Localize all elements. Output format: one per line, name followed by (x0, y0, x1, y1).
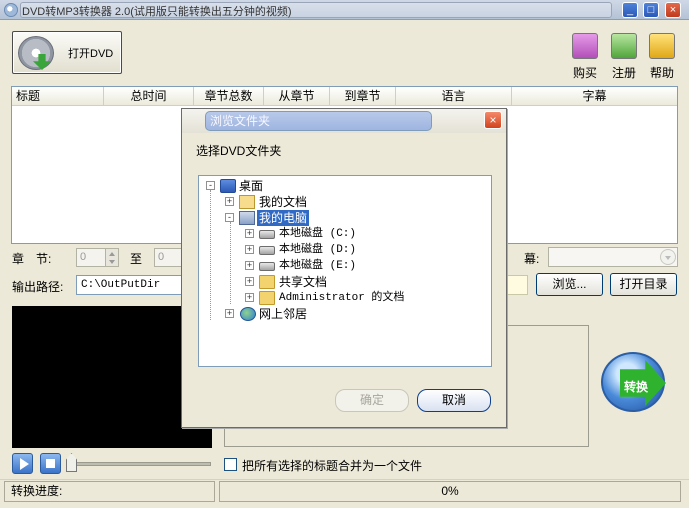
disk-icon (259, 230, 275, 239)
column-title[interactable]: 标题 (12, 87, 104, 106)
tree-guide-line (210, 190, 211, 320)
app-disc-icon (4, 3, 18, 17)
dialog-ok-button[interactable]: 确定 (335, 389, 409, 412)
browse-folder-dialog: 浏览文件夹 × 选择DVD文件夹 - 桌面 + 我的文档 - 我的电脑 + 本地… (181, 108, 507, 428)
play-button[interactable] (12, 453, 33, 474)
column-language[interactable]: 语言 (396, 87, 512, 106)
dialog-title: 浏览文件夹 (205, 111, 432, 131)
output-path-field-end (507, 275, 528, 295)
folder-tree[interactable]: - 桌面 + 我的文档 - 我的电脑 + 本地磁盘 (C:) + 本地磁盘 (D… (198, 175, 492, 367)
expand-icon[interactable]: + (225, 197, 234, 206)
computer-icon (239, 211, 255, 225)
play-icon (20, 458, 29, 470)
expand-icon[interactable]: + (245, 229, 254, 238)
dialog-close-button[interactable]: × (484, 111, 502, 129)
window-title: DVD转MP3转换器 2.0(试用版只能转换出五分钟的视频) (22, 6, 292, 18)
dvd-disc-icon (18, 36, 54, 70)
open-directory-button[interactable]: 打开目录 (610, 273, 677, 296)
chapter-to-spinner[interactable]: 0 (154, 248, 182, 267)
stop-icon (46, 459, 55, 468)
documents-icon (239, 195, 255, 209)
stop-button[interactable] (40, 453, 61, 474)
list-header: 标题 总时间 章节总数 从章节 到章节 语言 字幕 (12, 87, 677, 106)
minimize-button[interactable]: _ (622, 2, 638, 18)
expand-icon[interactable]: + (245, 293, 254, 302)
tree-item-label: 本地磁盘 (D:) (279, 244, 357, 256)
tree-guide-line (230, 222, 231, 304)
column-chapter-count[interactable]: 章节总数 (194, 87, 264, 106)
disk-icon (259, 246, 275, 255)
tree-item-label: 桌面 (239, 179, 264, 193)
merge-checkbox-label[interactable]: 把所有选择的标题合并为一个文件 (242, 457, 422, 474)
folder-icon (259, 291, 275, 305)
disk-icon (259, 262, 275, 271)
key-icon[interactable] (611, 33, 637, 59)
tree-item-label-selected: 我的电脑 (257, 210, 310, 226)
tree-item-label: 本地磁盘 (E:) (279, 260, 357, 272)
open-dvd-label: 打开DVD (68, 48, 114, 60)
progress-value: 0% (219, 481, 681, 502)
merge-checkbox[interactable] (224, 458, 237, 471)
output-path-label: 输出路径: (12, 280, 64, 294)
expand-icon[interactable]: + (225, 309, 234, 318)
dialog-cancel-button[interactable]: 取消 (417, 389, 491, 412)
column-subtitle[interactable]: 字幕 (512, 87, 677, 106)
folder-icon (259, 275, 275, 289)
help-icon[interactable] (649, 33, 675, 59)
tree-item-label: 网上邻居 (259, 307, 308, 321)
seek-slider-thumb[interactable] (66, 453, 77, 472)
tree-item-label: 本地磁盘 (C:) (279, 228, 357, 240)
dialog-prompt: 选择DVD文件夹 (196, 144, 282, 158)
expand-icon[interactable]: + (245, 277, 254, 286)
expand-icon[interactable]: + (245, 261, 254, 270)
subtitle-label: 幕: (524, 252, 540, 266)
close-button[interactable]: × (665, 2, 681, 18)
column-to-chapter[interactable]: 到章节 (330, 87, 396, 106)
seek-slider-track[interactable] (72, 462, 211, 466)
tree-item-label: Administrator 的文档 (279, 292, 405, 304)
browse-button[interactable]: 浏览... (536, 273, 603, 296)
output-path-field[interactable]: C:\OutPutDir (76, 275, 183, 295)
collapse-icon[interactable]: - (225, 213, 234, 222)
convert-label[interactable]: 转换 (624, 378, 648, 395)
network-icon (240, 307, 256, 321)
cart-icon[interactable] (572, 33, 598, 59)
title-bar[interactable]: DVD转MP3转换器 2.0(试用版只能转换出五分钟的视频) _ □ × (0, 0, 689, 20)
register-label[interactable]: 注册 (604, 64, 644, 81)
column-from-chapter[interactable]: 从章节 (264, 87, 330, 106)
chapter-label: 章 节: (12, 252, 52, 266)
progress-label: 转换进度: (4, 481, 215, 502)
column-total-time[interactable]: 总时间 (104, 87, 194, 106)
chevron-down-icon[interactable] (660, 249, 676, 265)
chapter-from-stepper[interactable] (105, 248, 119, 267)
maximize-button[interactable]: □ (643, 2, 659, 18)
tree-item-label: 共享文档 (279, 275, 328, 289)
chapter-from-spinner[interactable]: 0 (76, 248, 106, 267)
subtitle-select[interactable] (548, 247, 678, 267)
expand-icon[interactable]: + (245, 245, 254, 254)
help-label[interactable]: 帮助 (642, 64, 682, 81)
tree-item-label: 我的文档 (259, 195, 308, 209)
desktop-icon (220, 179, 236, 193)
buy-label[interactable]: 购买 (565, 64, 605, 81)
to-label: 至 (130, 252, 143, 266)
collapse-icon[interactable]: - (206, 181, 215, 190)
